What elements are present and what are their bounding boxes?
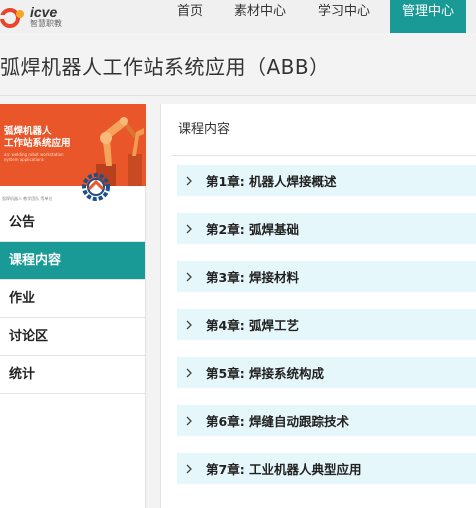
chevron-right-icon	[185, 416, 205, 426]
chapter-item-2[interactable]: 第2章: 弧焊基础	[177, 213, 476, 244]
sidebar-menu: 公告 课程内容 作业 讨论区 统计	[0, 204, 145, 394]
course-content-panel: 课程内容 第1章: 机器人焊接概述 第2章: 弧焊基础 第3章: 焊接材料 第4…	[160, 104, 476, 508]
chapter-label: 第1章: 机器人焊接概述	[206, 174, 337, 189]
chapter-item-4[interactable]: 第4章: 弧焊工艺	[177, 309, 476, 340]
banner-subtitle: arc welding robot workstation system app…	[4, 152, 64, 162]
chapter-label: 第3章: 焊接材料	[206, 270, 300, 285]
left-sidebar: 弧焊机器人 工作站系统应用 arc welding robot workstat…	[0, 104, 146, 508]
sidebar-item-homework[interactable]: 作业	[0, 280, 145, 318]
chapter-item-1[interactable]: 第1章: 机器人焊接概述	[177, 165, 476, 196]
chevron-right-icon	[185, 464, 205, 474]
chevron-right-icon	[185, 176, 205, 186]
chevron-right-icon	[185, 320, 205, 330]
banner-title-line1: 弧焊机器人	[4, 126, 52, 137]
chevron-right-icon	[185, 272, 205, 282]
course-banner: 弧焊机器人 工作站系统应用 arc welding robot workstat…	[0, 104, 146, 186]
chevron-right-icon	[185, 224, 205, 234]
chapter-label: 第7章: 工业机器人典型应用	[206, 462, 362, 477]
nav-learning[interactable]: 学习中心	[318, 0, 378, 33]
sidebar-item-course-content[interactable]: 课程内容	[0, 242, 145, 280]
top-nav: icve 智慧职教 首页 素材中心 学习中心 管理中心	[0, 0, 476, 33]
logo-subtext: 智慧职教	[30, 19, 62, 28]
site-logo[interactable]: icve 智慧职教	[0, 0, 62, 33]
sidebar-item-announcements[interactable]: 公告	[0, 204, 145, 242]
chapter-label: 第4章: 弧焊工艺	[206, 318, 300, 333]
nav-home[interactable]: 首页	[177, 0, 207, 33]
sidebar-item-discussion[interactable]: 讨论区	[0, 318, 145, 356]
nav-management[interactable]: 管理中心	[390, 0, 466, 33]
sidebar-item-statistics[interactable]: 统计	[0, 356, 145, 394]
chevron-right-icon	[185, 368, 205, 378]
chapter-item-6[interactable]: 第6章: 焊缝自动跟踪技术	[177, 405, 476, 436]
content-heading: 课程内容	[171, 104, 476, 156]
logo-text: icve	[30, 4, 58, 20]
banner-title: 弧焊机器人 工作站系统应用	[4, 126, 71, 150]
chapter-label: 第6章: 焊缝自动跟踪技术	[206, 414, 350, 429]
chapter-label: 第5章: 焊接系统构成	[206, 366, 325, 381]
chapter-label: 第2章: 弧焊基础	[206, 222, 300, 237]
banner-title-line2: 工作站系统应用	[4, 138, 71, 149]
course-header: 弧焊机器人工作站系统应用（ABB）	[0, 33, 476, 96]
banner-footer: 弧焊机器人 教学团队 等单位	[0, 173, 145, 204]
banner-footer-text: 弧焊机器人 教学团队 等单位	[2, 196, 53, 201]
nav-materials[interactable]: 素材中心	[234, 0, 294, 33]
chapter-item-7[interactable]: 第7章: 工业机器人典型应用	[177, 453, 476, 484]
page-title: 弧焊机器人工作站系统应用（ABB）	[0, 55, 330, 79]
icve-logo-icon	[0, 7, 24, 28]
chapter-item-5[interactable]: 第5章: 焊接系统构成	[177, 357, 476, 388]
gear-icon	[82, 173, 110, 201]
chapter-item-3[interactable]: 第3章: 焊接材料	[177, 261, 476, 292]
